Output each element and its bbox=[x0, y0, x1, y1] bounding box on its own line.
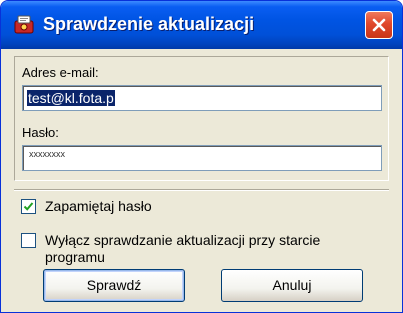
remember-password-label: Zapamiętaj hasło bbox=[45, 198, 152, 214]
cancel-button[interactable]: Anuluj bbox=[221, 269, 363, 302]
disable-startup-check-checkbox[interactable] bbox=[21, 233, 36, 248]
check-button[interactable]: Sprawdź bbox=[43, 269, 185, 302]
update-check-dialog: Sprawdzenie aktualizacji Adres e-mail: t… bbox=[0, 0, 403, 313]
email-label: Adres e-mail: bbox=[22, 65, 99, 80]
remember-password-checkbox[interactable] bbox=[21, 199, 36, 214]
email-value: test@kl.fota.p bbox=[27, 90, 115, 106]
email-field[interactable]: test@kl.fota.p bbox=[22, 85, 382, 111]
window-title: Sprawdzenie aktualizacji bbox=[43, 14, 255, 34]
credentials-panel: Adres e-mail: test@kl.fota.p Hasło: xxxx… bbox=[14, 56, 389, 181]
close-icon bbox=[372, 18, 386, 32]
separator bbox=[14, 189, 389, 191]
password-value: xxxxxxxx bbox=[29, 149, 65, 159]
password-field[interactable]: xxxxxxxx bbox=[22, 145, 382, 171]
close-button[interactable] bbox=[365, 11, 393, 39]
checkmark-icon bbox=[23, 202, 34, 211]
password-label: Hasło: bbox=[22, 125, 59, 140]
program-icon bbox=[13, 13, 35, 35]
disable-startup-check-label: Wyłącz sprawdzanie aktualizacji przy sta… bbox=[45, 232, 321, 265]
title-bar[interactable]: Sprawdzenie aktualizacji bbox=[1, 1, 402, 49]
